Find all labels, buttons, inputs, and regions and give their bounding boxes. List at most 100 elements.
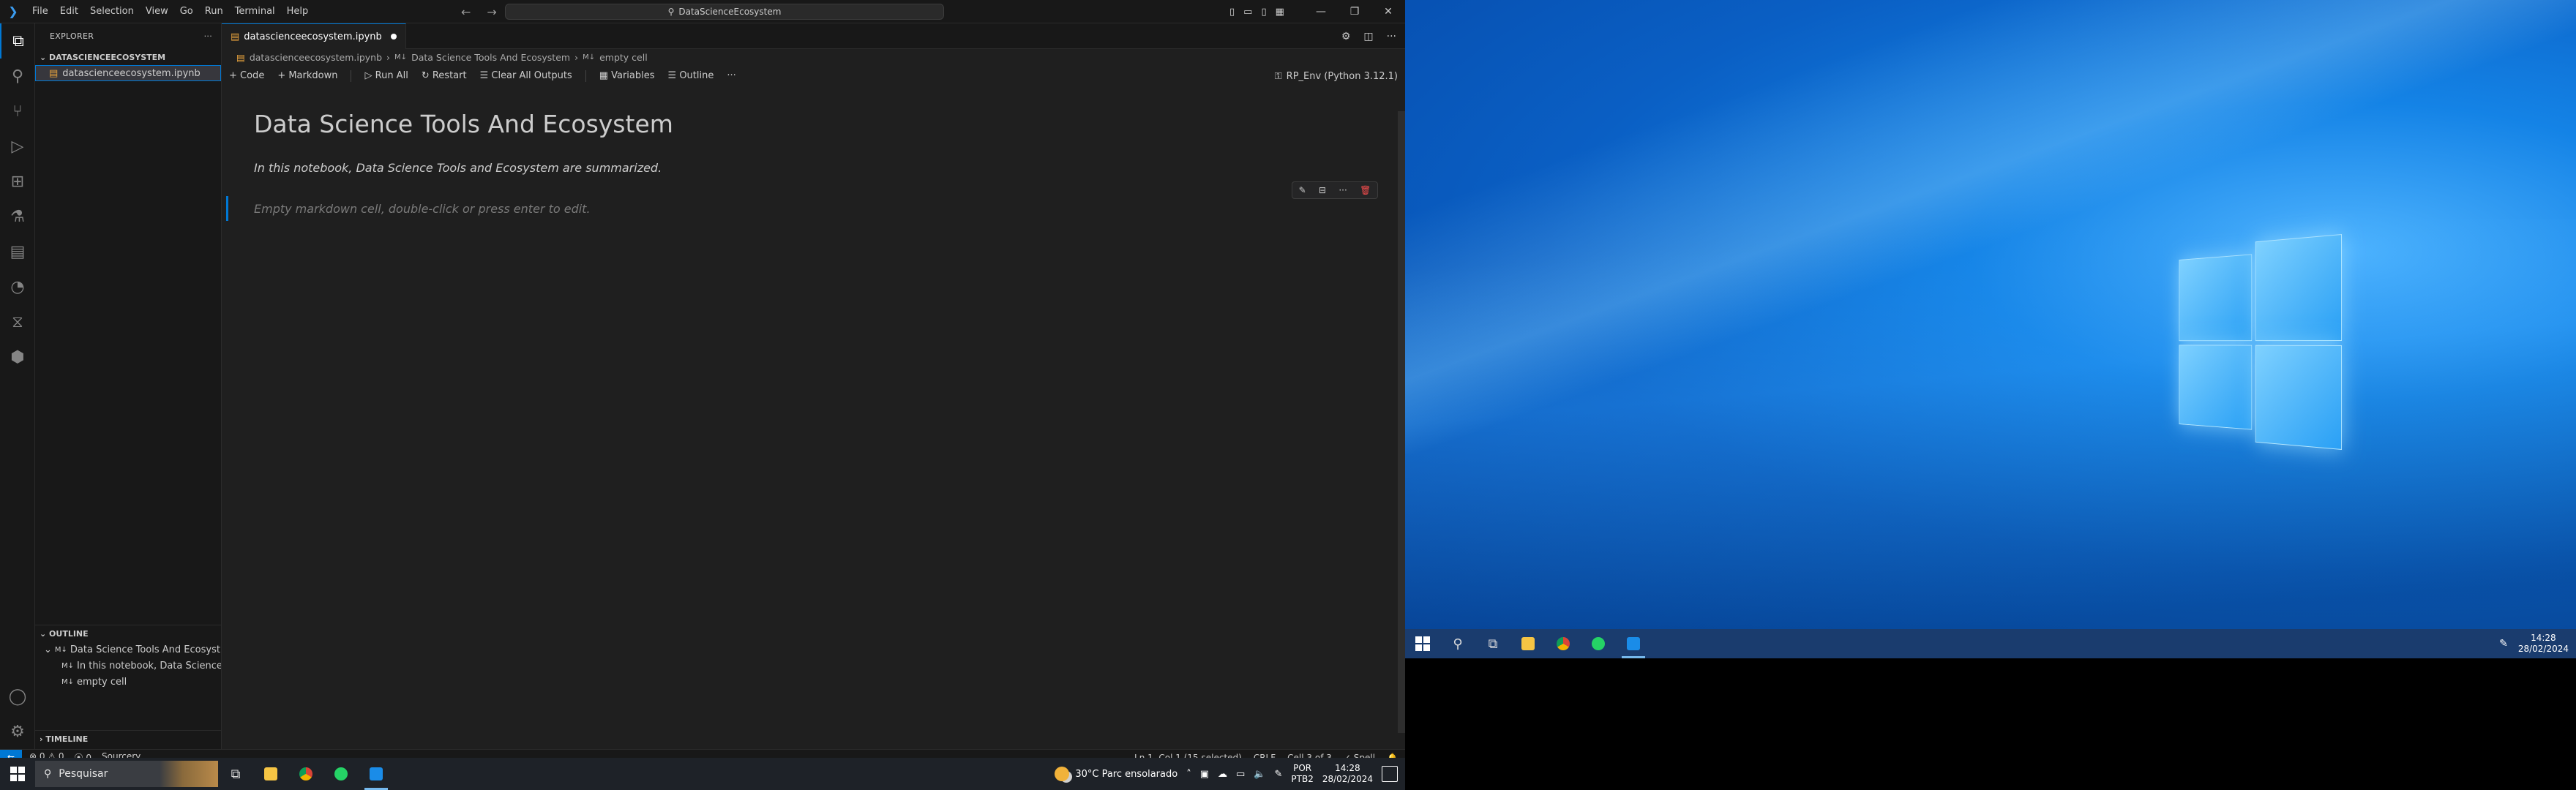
- taskbar-search[interactable]: ⚲ Pesquisar: [35, 761, 218, 787]
- outline-panel: ⌄ OUTLINE ⌄ M↓ Data Science Tools And Ec…: [35, 625, 221, 690]
- breadcrumb-heading[interactable]: Data Science Tools And Ecosystem: [411, 52, 570, 63]
- variables-button[interactable]: ▦ Variables: [599, 70, 655, 81]
- breadcrumb-cell[interactable]: empty cell: [599, 52, 648, 63]
- pen-icon[interactable]: ✎: [2499, 638, 2508, 650]
- whatsapp-icon[interactable]: [1581, 629, 1616, 658]
- breadcrumb-file[interactable]: datascienceecosystem.ipynb: [250, 52, 382, 63]
- more-actions-icon[interactable]: ···: [204, 31, 212, 41]
- forward-arrow-icon[interactable]: →: [487, 5, 496, 19]
- volume-icon[interactable]: 🔈: [1254, 769, 1265, 780]
- explorer-icon[interactable]: ⧉: [0, 23, 35, 59]
- more-actions-icon[interactable]: ···: [727, 70, 735, 81]
- markdown-heading-cell[interactable]: Data Science Tools And Ecosystem: [254, 110, 673, 138]
- unsaved-dot-icon[interactable]: [390, 34, 397, 40]
- menu-run[interactable]: Run: [199, 0, 229, 23]
- markdown-paragraph-cell[interactable]: In this notebook, Data Science Tools and…: [254, 161, 662, 175]
- notification-center-icon[interactable]: [1382, 766, 1398, 782]
- weather-widget[interactable]: 30°C Parc ensolarado: [1055, 767, 1177, 781]
- layout-controls: ▯ ▭ ▯ ▦: [1229, 0, 1284, 23]
- minimize-icon[interactable]: —: [1304, 0, 1338, 23]
- outline-button[interactable]: ☰ Outline: [668, 70, 714, 81]
- task-view-icon[interactable]: ⧉: [218, 758, 253, 790]
- file-explorer-icon[interactable]: [253, 758, 288, 790]
- more-actions-icon[interactable]: ···: [1338, 185, 1347, 195]
- folder-header[interactable]: ⌄ DATASCIENCEECOSYSTEM: [35, 49, 221, 65]
- testing-icon[interactable]: ⚗: [0, 199, 35, 234]
- notebook-settings-icon[interactable]: ⚙: [1341, 31, 1351, 42]
- start-button[interactable]: [0, 758, 35, 790]
- menu-help[interactable]: Help: [281, 0, 315, 23]
- settings-gear-icon[interactable]: ⚙: [0, 714, 35, 749]
- outline-header[interactable]: ⌄ OUTLINE: [35, 625, 221, 642]
- menu-selection[interactable]: Selection: [84, 0, 140, 23]
- menu-terminal[interactable]: Terminal: [229, 0, 281, 23]
- outline-item[interactable]: M↓ In this notebook, Data Science...: [35, 658, 221, 674]
- back-arrow-icon[interactable]: ←: [461, 5, 471, 19]
- customize-layout-icon[interactable]: ▦: [1276, 7, 1284, 18]
- pen-icon[interactable]: ✎: [1274, 769, 1282, 780]
- kernel-picker[interactable]: ⚿ RP_Env (Python 3.12.1): [1275, 65, 1398, 87]
- timeline-header[interactable]: › TIMELINE: [35, 731, 221, 747]
- copilot-icon[interactable]: ⧖: [0, 304, 35, 339]
- menu-edit[interactable]: Edit: [54, 0, 84, 23]
- start-button-secondary[interactable]: [1405, 629, 1440, 658]
- git-graph-icon[interactable]: ◔: [0, 269, 35, 304]
- menu-view[interactable]: View: [140, 0, 174, 23]
- clock[interactable]: 14:28 28/02/2024: [1322, 763, 1373, 785]
- search-icon[interactable]: ⚲: [1440, 629, 1475, 658]
- timeline-panel: › TIMELINE: [35, 730, 221, 747]
- edit-pencil-icon[interactable]: ✎: [1299, 185, 1306, 195]
- delete-trash-icon[interactable]: 🗑: [1360, 185, 1371, 195]
- language-indicator[interactable]: POR PTB2: [1291, 763, 1313, 785]
- add-code-button[interactable]: + Code: [229, 70, 264, 81]
- menu-go[interactable]: Go: [174, 0, 199, 23]
- run-debug-icon[interactable]: ▷: [0, 129, 35, 164]
- add-markdown-button[interactable]: + Markdown: [277, 70, 337, 81]
- command-center[interactable]: ⚲ DataScienceEcosystem: [505, 4, 944, 20]
- outline-item[interactable]: ⌄ M↓ Data Science Tools And Ecosyst...: [35, 642, 221, 658]
- empty-markdown-cell[interactable]: Empty markdown cell, double-click or pre…: [254, 202, 591, 216]
- task-view-icon[interactable]: ⧉: [1475, 629, 1510, 658]
- folder-name: DATASCIENCEECOSYSTEM: [49, 52, 166, 62]
- chrome-icon[interactable]: [288, 758, 323, 790]
- clock-date: 28/02/2024: [1322, 774, 1373, 784]
- search-icon[interactable]: ⚲: [0, 59, 35, 94]
- extension-hexagon-icon[interactable]: ⬢: [0, 339, 35, 375]
- clock-time: 14:28: [1335, 763, 1360, 773]
- whatsapp-icon[interactable]: [323, 758, 359, 790]
- network-icon[interactable]: ▭: [1236, 769, 1245, 780]
- outline-item[interactable]: M↓ empty cell: [35, 674, 221, 690]
- file-item-notebook[interactable]: ▤ datascienceecosystem.ipynb: [35, 65, 221, 81]
- notebook-editor: ▤ datascienceecosystem.ipynb ⚙ ◫ ··· ▤ d…: [222, 23, 1405, 749]
- remote-explorer-icon[interactable]: ▤: [0, 234, 35, 269]
- restore-icon[interactable]: ❐: [1338, 0, 1371, 23]
- split-cell-icon[interactable]: ⊟: [1319, 185, 1326, 195]
- split-editor-icon[interactable]: ◫: [1363, 31, 1373, 42]
- chevron-up-icon[interactable]: ˄: [1186, 769, 1191, 780]
- chrome-icon[interactable]: [1546, 629, 1581, 658]
- account-icon[interactable]: ◯: [0, 679, 35, 714]
- run-all-button[interactable]: ▷ Run All: [364, 70, 408, 81]
- chevron-right-icon: ›: [40, 734, 46, 744]
- file-explorer-icon[interactable]: [1510, 629, 1546, 658]
- toggle-sidebar-icon[interactable]: ▯: [1229, 7, 1235, 18]
- menu-file[interactable]: File: [26, 0, 54, 23]
- extensions-icon[interactable]: ⊞: [0, 164, 35, 199]
- clock-secondary[interactable]: 14:28 28/02/2024: [2518, 633, 2569, 655]
- notebook-toolbar: + Code + Markdown ▷ Run All ↻ Restart ☰ …: [222, 65, 1405, 87]
- vscode-taskbar-icon[interactable]: [359, 758, 394, 790]
- toggle-panel-icon[interactable]: ▭: [1243, 7, 1252, 18]
- tab-notebook[interactable]: ▤ datascienceecosystem.ipynb: [222, 23, 406, 49]
- editor-scrollbar[interactable]: [1398, 111, 1405, 733]
- source-control-icon[interactable]: ⑂: [0, 94, 35, 129]
- toggle-secondary-sidebar-icon[interactable]: ▯: [1261, 7, 1266, 18]
- light-floor: [1405, 219, 2576, 629]
- cloud-icon[interactable]: ☁: [1218, 769, 1227, 780]
- vscode-taskbar-icon[interactable]: [1616, 629, 1651, 658]
- tray-app-icon[interactable]: ▣: [1200, 769, 1209, 780]
- clear-outputs-button[interactable]: ☰ Clear All Outputs: [480, 70, 572, 81]
- close-icon[interactable]: ✕: [1371, 0, 1405, 23]
- explorer-header: EXPLORER ···: [35, 23, 221, 49]
- restart-button[interactable]: ↻ Restart: [422, 70, 467, 81]
- more-actions-icon[interactable]: ···: [1387, 31, 1396, 42]
